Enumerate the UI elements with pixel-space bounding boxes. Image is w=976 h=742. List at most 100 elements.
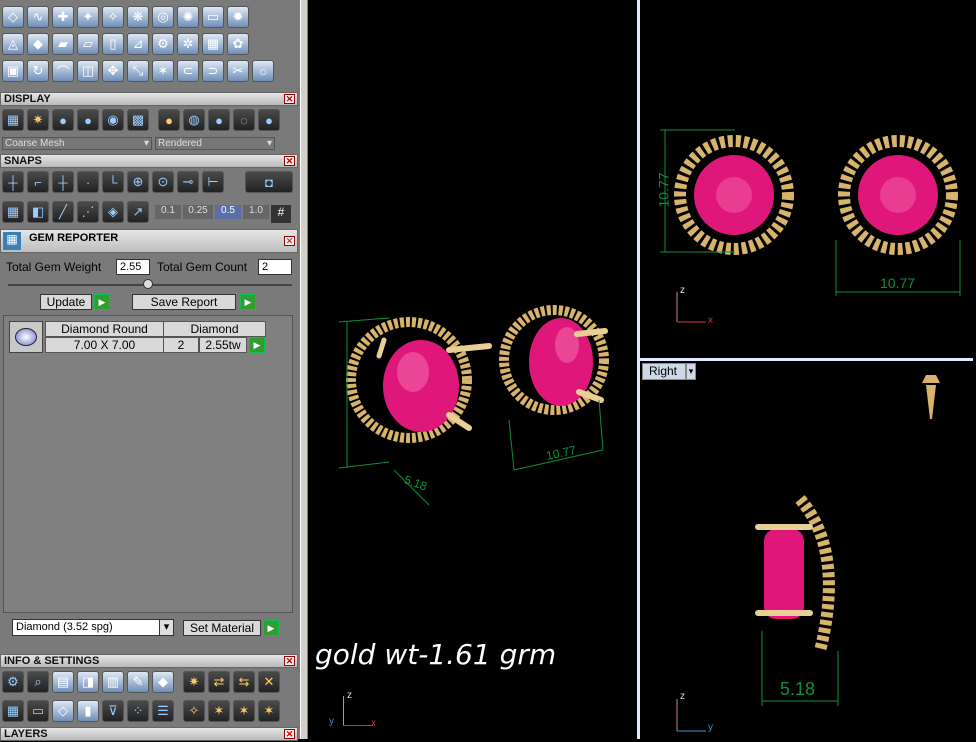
panel-splitter[interactable] xyxy=(300,0,308,739)
snap-cross-icon[interactable]: ┼ xyxy=(52,171,74,193)
cut-icon[interactable]: ✂ xyxy=(227,60,249,82)
mirror-icon[interactable]: ◫ xyxy=(77,60,99,82)
dotted-line-icon[interactable]: ⋰ xyxy=(77,201,99,223)
arrow-icon[interactable]: ↗ xyxy=(127,201,149,223)
sphere-purple-icon[interactable]: ● xyxy=(77,109,99,131)
monitor-icon[interactable]: ▭ xyxy=(27,700,49,722)
wireframe-icon[interactable]: ▦ xyxy=(2,109,24,131)
purple-gem-icon[interactable]: ◆ xyxy=(152,671,174,693)
ring-icon[interactable]: ○ xyxy=(252,60,274,82)
layer-icon[interactable]: ✹ xyxy=(227,6,249,28)
steel-material-icon[interactable]: ● xyxy=(258,109,280,131)
close-icon[interactable]: ✕ xyxy=(284,156,295,166)
chrome-material-icon[interactable]: ◍ xyxy=(183,109,205,131)
bail-icon[interactable]: ⊿ xyxy=(127,33,149,55)
glass-material-icon[interactable]: ◌ xyxy=(233,109,255,131)
add-gem-icon[interactable]: ✚ xyxy=(52,6,74,28)
view-grid-icon[interactable]: ▦ xyxy=(2,201,24,223)
split-icon[interactable]: ⊃ xyxy=(202,60,224,82)
view-name-button[interactable]: Right xyxy=(642,363,686,380)
surface-icon[interactable]: ◬ xyxy=(2,33,24,55)
chevron-down-icon[interactable]: ▾ xyxy=(686,363,696,380)
zoom-icon[interactable]: ⌕ xyxy=(27,671,49,693)
move-icon[interactable]: ✥ xyxy=(102,60,124,82)
close-icon[interactable]: ✕ xyxy=(284,236,295,246)
cube-outline-icon[interactable]: ◇ xyxy=(52,700,74,722)
light-icon[interactable]: ✷ xyxy=(183,671,205,693)
door-icon[interactable]: ▯ xyxy=(102,33,124,55)
grid-snap-icon[interactable]: # xyxy=(271,205,291,223)
gem-on-curve-icon[interactable]: ✦ xyxy=(77,6,99,28)
link-icon[interactable]: ⊂ xyxy=(177,60,199,82)
save-report-button[interactable]: Save Report xyxy=(132,294,236,310)
explode-icon[interactable]: ✶ xyxy=(152,60,174,82)
scatter-icon[interactable]: ⁘ xyxy=(127,700,149,722)
update-button[interactable]: Update xyxy=(40,294,92,310)
rotate-icon[interactable]: ↻ xyxy=(27,60,49,82)
swap-2-icon[interactable]: ⇆ xyxy=(233,671,255,693)
spark-icon[interactable]: ✶ xyxy=(208,700,230,722)
right-viewport[interactable]: Right ▾ 5.18 z y xyxy=(640,361,973,739)
material-select[interactable]: Diamond (3.52 spg) ▾ xyxy=(12,619,174,636)
plane-icon[interactable]: ◇ xyxy=(2,6,24,28)
cylinder-icon[interactable]: ▮ xyxy=(77,700,99,722)
line-icon[interactable]: ╱ xyxy=(52,201,74,223)
filigree-icon[interactable]: ✿ xyxy=(227,33,249,55)
snap-curve-icon[interactable]: ⌐ xyxy=(27,171,49,193)
gear-icon[interactable]: ⚙ xyxy=(152,33,174,55)
printer-icon[interactable]: ▤ xyxy=(52,671,74,693)
cube-icon[interactable]: ◧ xyxy=(27,201,49,223)
diamond-icon[interactable]: ◆ xyxy=(27,33,49,55)
axis-icon[interactable]: ✧ xyxy=(183,700,205,722)
bezel-icon[interactable]: ▭ xyxy=(202,6,224,28)
close-icon[interactable]: ✕ xyxy=(284,729,295,739)
play-icon[interactable]: ▶ xyxy=(249,337,265,353)
snap-camera-icon[interactable]: ◘ xyxy=(245,171,293,193)
snap-center-icon[interactable]: ⊕ xyxy=(127,171,149,193)
snap-value-2[interactable]: 0.5 xyxy=(215,205,241,219)
settings-gear-icon[interactable]: ⚙ xyxy=(2,671,24,693)
pave-icon[interactable]: ❋ xyxy=(127,6,149,28)
slider-handle[interactable] xyxy=(143,279,153,289)
render-settings-icon[interactable]: ✷ xyxy=(27,109,49,131)
filter-icon[interactable]: ⊽ xyxy=(102,700,124,722)
sphere-blue-icon[interactable]: ● xyxy=(52,109,74,131)
window-grid-icon[interactable]: ▦ xyxy=(2,700,24,722)
snap-circle-icon[interactable]: ⊙ xyxy=(152,171,174,193)
spark-3-icon[interactable]: ✶ xyxy=(258,700,280,722)
play-icon[interactable]: ▶ xyxy=(263,620,279,636)
gold-material-icon[interactable]: ● xyxy=(158,109,180,131)
snap-point-icon[interactable]: · xyxy=(77,171,99,193)
prong-icon[interactable]: ◎ xyxy=(152,6,174,28)
spark-2-icon[interactable]: ✶ xyxy=(233,700,255,722)
round-gem-thumbnail[interactable] xyxy=(9,321,43,353)
eye-icon[interactable]: ◈ xyxy=(102,201,124,223)
render-select[interactable]: Rendered ▾ xyxy=(155,137,275,150)
snap-perp-icon[interactable]: ⊢ xyxy=(202,171,224,193)
close-icon[interactable]: ✕ xyxy=(284,656,295,666)
snap-mid-icon[interactable]: ⊸ xyxy=(177,171,199,193)
document-icon[interactable]: ▥ xyxy=(102,671,124,693)
top-viewport[interactable]: 10.77 10.77 z x xyxy=(640,0,973,358)
dark-material-icon[interactable]: ● xyxy=(208,109,230,131)
perspective-viewport[interactable]: 5.18 10.77 gold wt-1.61 grm z x y xyxy=(309,0,637,739)
image-icon[interactable]: ▦ xyxy=(202,33,224,55)
shape-icon[interactable]: ▰ xyxy=(52,33,74,55)
close-icon[interactable]: ✕ xyxy=(284,94,295,104)
delete-icon[interactable]: ✕ xyxy=(258,671,280,693)
snap-end-icon[interactable]: └ xyxy=(102,171,124,193)
snap-grid-icon[interactable]: ┼ xyxy=(2,171,24,193)
list-icon[interactable]: ☰ xyxy=(152,700,174,722)
pencil-icon[interactable]: ✎ xyxy=(127,671,149,693)
box-3d-icon[interactable]: ◨ xyxy=(77,671,99,693)
gallery-icon[interactable]: ✺ xyxy=(177,6,199,28)
snap-value-0[interactable]: 0.1 xyxy=(155,205,181,219)
cog-icon[interactable]: ✲ xyxy=(177,33,199,55)
arc-icon[interactable]: ⌒ xyxy=(52,60,74,82)
snap-value-3[interactable]: 1.0 xyxy=(243,205,269,219)
environment-icon[interactable]: ◉ xyxy=(102,109,124,131)
play-icon[interactable]: ▶ xyxy=(240,294,256,310)
cutter-icon[interactable]: ▱ xyxy=(77,33,99,55)
mesh-select[interactable]: Coarse Mesh ▾ xyxy=(2,137,152,150)
swap-icon[interactable]: ⇄ xyxy=(208,671,230,693)
